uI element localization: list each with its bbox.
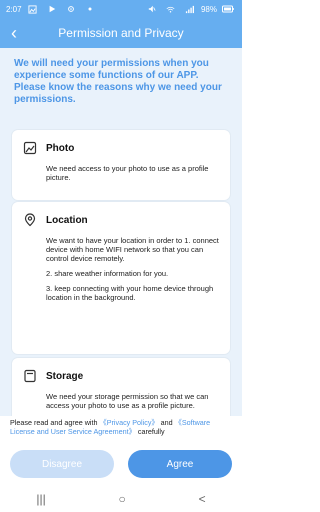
location-paragraph-3: 3. keep connecting with your home device…: [46, 284, 214, 302]
settings-icon: [63, 1, 79, 17]
status-right: 98%: [144, 1, 236, 17]
permissions-content[interactable]: We will need your permissions when you e…: [0, 48, 242, 416]
photo-description: We need access to your photo to use as a…: [12, 160, 230, 198]
dot-icon: [82, 1, 98, 17]
home-button[interactable]: ○: [119, 492, 126, 506]
back-button[interactable]: ‹: [0, 18, 28, 48]
battery-icon: [220, 1, 236, 17]
chevron-left-icon: ‹: [11, 23, 17, 43]
disagree-button[interactable]: Disagree: [10, 450, 114, 478]
consent-and: and: [160, 418, 175, 427]
location-permission-card: Location We want to have your location i…: [12, 202, 230, 354]
action-buttons: Disagree Agree: [10, 450, 232, 478]
recents-button[interactable]: |||: [36, 492, 45, 506]
location-paragraph-2: 2. share weather information for you.: [46, 269, 169, 278]
location-description: We want to have your location in order t…: [12, 232, 230, 318]
location-pin-icon: [22, 212, 38, 228]
photo-card-header: Photo: [12, 130, 230, 160]
page-title: Permission and Privacy: [58, 26, 184, 40]
wifi-icon: [163, 1, 179, 17]
system-nav-bar: ||| ○ <: [0, 486, 242, 512]
mute-icon: [144, 1, 160, 17]
location-title: Location: [46, 214, 88, 226]
storage-paragraph: We need your storage permission so that …: [46, 392, 209, 410]
photo-icon: [25, 1, 41, 17]
storage-card-header: Storage: [12, 358, 230, 388]
signal-icon: [182, 1, 198, 17]
status-bar: 2:07 98%: [0, 0, 242, 18]
storage-title: Storage: [46, 370, 84, 382]
play-icon: [44, 1, 60, 17]
footer: Please read and agree with 《Privacy Poli…: [0, 416, 242, 486]
storage-description: We need your storage permission so that …: [12, 388, 230, 416]
storage-icon: [22, 368, 38, 384]
status-left: 2:07: [6, 1, 98, 17]
intro-text: We will need your permissions when you e…: [14, 58, 222, 105]
location-paragraph-1: We want to have your location in order t…: [46, 236, 219, 263]
privacy-policy-link[interactable]: 《Privacy Policy》: [100, 418, 159, 427]
consent-prefix: Please read and agree with: [10, 418, 100, 427]
photo-permission-card: Photo We need access to your photo to us…: [12, 130, 230, 200]
status-time: 2:07: [6, 4, 22, 14]
agree-button[interactable]: Agree: [128, 450, 232, 478]
consent-text: Please read and agree with 《Privacy Poli…: [0, 418, 242, 436]
storage-permission-card: Storage We need your storage permission …: [12, 358, 230, 416]
back-nav-button[interactable]: <: [199, 492, 206, 506]
app-bar: ‹ Permission and Privacy: [0, 18, 242, 48]
photo-title: Photo: [46, 142, 75, 154]
location-card-header: Location: [12, 202, 230, 232]
photo-icon: [22, 140, 38, 156]
photo-paragraph: We need access to your photo to use as a…: [46, 164, 209, 182]
consent-suffix: carefully: [137, 427, 165, 436]
battery-percent: 98%: [200, 4, 217, 14]
